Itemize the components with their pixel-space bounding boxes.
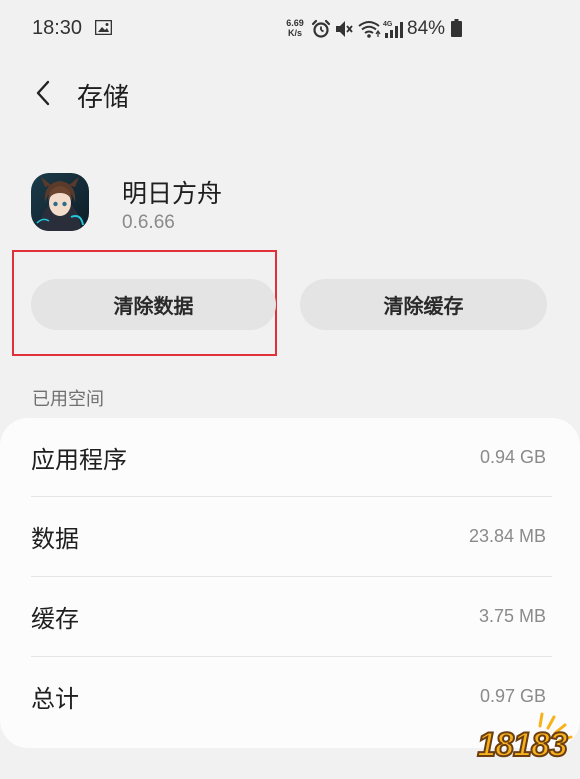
wifi-icon — [358, 21, 381, 38]
network-speed: 6.69 K/s — [283, 18, 307, 38]
app-version: 0.6.66 — [122, 212, 175, 233]
row-value: 3.75 MB — [478, 606, 546, 626]
storage-row-app: 应用程序 0.94 GB — [0, 418, 580, 497]
network-speed-unit: K/s — [287, 28, 302, 38]
chevron-left-icon — [36, 80, 50, 106]
app-name: 明日方舟 — [122, 179, 223, 208]
row-value: 23.84 MB — [468, 526, 546, 546]
battery-percent: 84% — [407, 18, 446, 39]
mute-icon — [336, 21, 353, 37]
row-value: 0.94 GB — [479, 447, 546, 467]
signal-4g-icon: 4G — [383, 21, 403, 38]
row-label: 应用程序 — [31, 446, 127, 474]
network-speed-value: 6.69 — [286, 18, 304, 28]
app-info: 明日方舟 0.6.66 — [0, 160, 580, 250]
clear-cache-button[interactable]: 清除缓存 — [300, 279, 547, 330]
svg-text:4G: 4G — [383, 21, 393, 28]
watermark-text: 18183 — [476, 725, 569, 765]
page-title: 存储 — [77, 83, 130, 113]
row-label: 数据 — [31, 525, 79, 553]
back-button[interactable] — [26, 76, 60, 110]
status-time: 18:30 — [32, 17, 83, 39]
watermark-logo: 18183 — [470, 712, 574, 772]
status-bar: 18:30 6.69 K/s 4G 84% — [0, 0, 580, 60]
storage-row-cache: 缓存 3.75 MB — [0, 577, 580, 656]
storage-card: 应用程序 0.94 GB 数据 23.84 MB 缓存 3.75 MB 总计 0… — [0, 418, 580, 748]
row-value: 0.97 GB — [479, 686, 546, 706]
row-label: 缓存 — [31, 605, 79, 633]
clear-data-button[interactable]: 清除数据 — [31, 279, 276, 330]
section-header: 已用空间 — [32, 389, 104, 410]
storage-row-data: 数据 23.84 MB — [0, 497, 580, 576]
row-label: 总计 — [31, 685, 79, 713]
app-icon — [31, 173, 89, 231]
alarm-icon — [311, 19, 331, 38]
header: 存储 — [0, 60, 580, 130]
battery-icon — [451, 19, 462, 37]
image-icon — [95, 20, 112, 35]
